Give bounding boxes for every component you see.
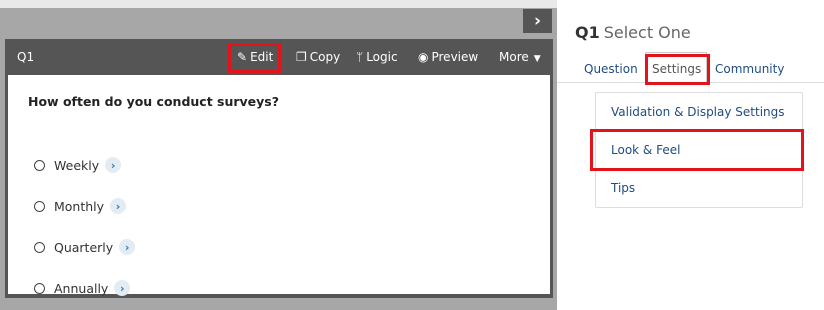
tab-community[interactable]: Community bbox=[715, 62, 784, 76]
question-number: Q1 bbox=[17, 50, 35, 64]
caret-down-icon: ▼ bbox=[533, 54, 541, 64]
choice-quarterly[interactable]: Quarterly › bbox=[34, 237, 136, 257]
copy-label: Copy bbox=[309, 50, 341, 64]
question-settings-panel: Q1 Select One Question Settings Community… bbox=[557, 0, 824, 310]
choice-monthly[interactable]: Monthly › bbox=[34, 196, 127, 216]
branch-icon: ᛘ bbox=[356, 50, 364, 64]
question-card: Q1 ✎ Edit ❐ Copy ᛘ Logic ◉ Preview More ▼ How… bbox=[5, 39, 553, 298]
copy-icon: ❐ bbox=[296, 50, 307, 64]
more-menu-button[interactable]: More ▼ bbox=[499, 50, 541, 64]
tab-settings[interactable]: Settings bbox=[652, 62, 701, 76]
chevron-circle-right-icon[interactable]: › bbox=[105, 157, 122, 173]
chevron-right-icon: › bbox=[533, 11, 541, 31]
panel-question-number: Q1 bbox=[575, 23, 600, 42]
logic-label: Logic bbox=[366, 50, 398, 64]
radio-button[interactable] bbox=[34, 282, 45, 294]
preview-button[interactable]: ◉ Preview bbox=[418, 50, 478, 64]
choice-label: Weekly bbox=[54, 157, 100, 173]
choice-label: Annually bbox=[54, 280, 109, 296]
choice-label: Monthly bbox=[54, 198, 105, 214]
pencil-icon: ✎ bbox=[237, 50, 248, 64]
tab-question[interactable]: Question bbox=[584, 62, 638, 76]
settings-list: Validation & Display Settings Look & Fee… bbox=[595, 92, 803, 208]
chevron-circle-right-icon[interactable]: › bbox=[119, 239, 136, 255]
eye-icon: ◉ bbox=[418, 50, 429, 64]
collapse-panel-button[interactable]: › bbox=[523, 9, 552, 33]
list-item-tips[interactable]: Tips bbox=[596, 169, 802, 206]
question-text: How often do you conduct surveys? bbox=[28, 94, 280, 109]
choice-annually[interactable]: Annually › bbox=[34, 278, 131, 298]
chevron-circle-right-icon[interactable]: › bbox=[114, 280, 131, 296]
panel-tabs: Question Settings Community bbox=[557, 52, 824, 83]
choice-weekly[interactable]: Weekly › bbox=[34, 155, 122, 175]
panel-title: Q1 Select One bbox=[575, 23, 691, 42]
edit-label: Edit bbox=[250, 50, 274, 64]
question-toolbar: Q1 ✎ Edit ❐ Copy ᛘ Logic ◉ Preview More ▼ bbox=[5, 39, 553, 75]
radio-button[interactable] bbox=[34, 200, 45, 212]
radio-button[interactable] bbox=[34, 159, 45, 171]
chevron-circle-right-icon[interactable]: › bbox=[110, 198, 127, 214]
survey-canvas: › Q1 ✎ Edit ❐ Copy ᛘ Logic ◉ Preview More ▼ H… bbox=[0, 0, 557, 310]
canvas-top-bar bbox=[0, 0, 557, 8]
list-item-look-and-feel[interactable]: Look & Feel bbox=[596, 131, 802, 168]
radio-button[interactable] bbox=[34, 241, 45, 253]
panel-question-type: Select One bbox=[603, 23, 691, 42]
more-label: More bbox=[499, 50, 529, 64]
choice-label: Quarterly bbox=[54, 239, 114, 255]
edit-button[interactable]: ✎ Edit bbox=[237, 50, 273, 64]
list-item-validation-display-settings[interactable]: Validation & Display Settings bbox=[596, 93, 802, 130]
copy-button[interactable]: ❐ Copy bbox=[296, 50, 340, 64]
question-body: How often do you conduct surveys? Weekly… bbox=[8, 75, 550, 296]
preview-label: Preview bbox=[431, 50, 479, 64]
logic-button[interactable]: ᛘ Logic bbox=[356, 50, 398, 64]
